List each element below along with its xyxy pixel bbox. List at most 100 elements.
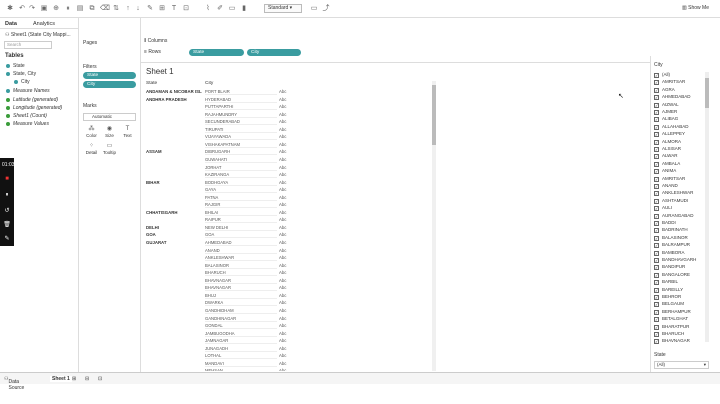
new-datasource-icon[interactable]: ⊕: [52, 5, 60, 13]
checkbox-checked-icon[interactable]: ✓: [654, 258, 659, 263]
new-dashboard-icon[interactable]: ⊟: [85, 376, 89, 382]
tab-data[interactable]: Data: [5, 21, 17, 27]
mark-type-select[interactable]: Automatic: [83, 113, 136, 121]
checkbox-checked-icon[interactable]: ✓: [654, 213, 659, 219]
checkbox-checked-icon[interactable]: ✓: [654, 95, 659, 101]
table-row[interactable]: RAJGIR Abc: [146, 202, 291, 209]
checkbox-checked-icon[interactable]: ✓: [654, 272, 659, 278]
checkbox-checked-icon[interactable]: ✓: [654, 206, 659, 212]
table-row[interactable]: BHARUCH Abc: [146, 270, 291, 277]
city-column-header[interactable]: City: [205, 81, 213, 86]
city-filter-item[interactable]: ✓ ALSISAR: [654, 146, 709, 153]
city-filter-item[interactable]: ✓ AGRA: [654, 87, 709, 94]
city-filter-item[interactable]: ✓ BANDIPUR: [654, 264, 709, 271]
mark-detail-button[interactable]: ⁘ Detail: [83, 142, 100, 159]
table-row[interactable]: ANDAMAN & NICOBAR ISL.. PORT BLAIR Abc: [146, 89, 291, 96]
table-row[interactable]: MANDAVI Abc: [146, 361, 291, 368]
restart-icon[interactable]: ↺: [2, 206, 12, 216]
attach-icon[interactable]: ⌇: [204, 5, 212, 13]
table-row[interactable]: DELHI NEW DELHI Abc: [146, 225, 291, 232]
checkbox-checked-icon[interactable]: ✓: [654, 176, 659, 182]
checkbox-checked-icon[interactable]: ✓: [654, 243, 659, 249]
table-row[interactable]: GANDHIDHAM Abc: [146, 308, 291, 315]
checkbox-checked-icon[interactable]: ✓: [654, 332, 659, 337]
checkbox-checked-icon[interactable]: ✓: [654, 191, 659, 197]
checkbox-checked-icon[interactable]: ✓: [654, 317, 659, 323]
checkbox-checked-icon[interactable]: ✓: [654, 169, 659, 175]
checkbox-checked-icon[interactable]: ✓: [654, 250, 659, 256]
city-filter-item[interactable]: ✓ ANKLESHWAR: [654, 190, 709, 197]
table-row[interactable]: ANKLESHWAR Abc: [146, 255, 291, 262]
table-row[interactable]: VIJAYAWADA Abc: [146, 134, 291, 141]
rows-shelf[interactable]: ≡ Rows State City: [141, 48, 650, 57]
checkbox-checked-icon[interactable]: ✓: [654, 198, 659, 204]
city-filter-item[interactable]: ✓ BHARUCH: [654, 331, 709, 338]
state-column-header[interactable]: State: [146, 81, 157, 86]
mark-size-button[interactable]: ◉ Size: [101, 125, 118, 142]
table-row[interactable]: GOA GOA Abc: [146, 232, 291, 239]
checkbox-checked-icon[interactable]: ✓: [654, 110, 659, 115]
table-row[interactable]: PUTTAPARTHI Abc: [146, 104, 291, 111]
bar-chart-icon[interactable]: ▮: [240, 5, 248, 13]
show-me-button[interactable]: ▥ Show Me: [682, 5, 709, 11]
city-filter-item[interactable]: ✓ ALLAHABAD: [654, 124, 709, 131]
checkbox-checked-icon[interactable]: ✓: [654, 324, 659, 330]
presentation-icon[interactable]: ▭: [310, 5, 318, 13]
city-filter-item[interactable]: ✓ BADRINATH: [654, 227, 709, 234]
checkbox-checked-icon[interactable]: ✓: [654, 87, 659, 93]
columns-shelf[interactable]: ⦀ Columns: [141, 37, 650, 46]
table-row[interactable]: BHUJ Abc: [146, 293, 291, 300]
filter-pill-city[interactable]: City: [83, 81, 136, 88]
tab-data-source[interactable]: ⚇ Data Source: [4, 376, 24, 391]
city-filter-item[interactable]: ✓ AMBALA: [654, 161, 709, 168]
city-filter-item[interactable]: ✓ ANIMA: [654, 168, 709, 175]
field-item[interactable]: State: [6, 63, 25, 69]
checkbox-checked-icon[interactable]: ✓: [654, 265, 659, 271]
city-filter-item[interactable]: ✓ (All): [654, 72, 709, 79]
city-filter-item[interactable]: ✓ BHARATPUR: [654, 324, 709, 331]
checkbox-checked-icon[interactable]: ✓: [654, 287, 659, 293]
field-item[interactable]: Longitude (generated): [6, 105, 62, 111]
table-row[interactable]: LOTHAL Abc: [146, 353, 291, 360]
table-row[interactable]: BHAVNAGAR Abc: [146, 285, 291, 292]
city-filter-item[interactable]: ✓ AJMER: [654, 109, 709, 116]
highlight-icon[interactable]: ✎: [146, 5, 154, 13]
table-row[interactable]: ASSAM DIBRUGARH Abc: [146, 149, 291, 156]
checkbox-checked-icon[interactable]: ✓: [654, 309, 659, 315]
checkbox-checked-icon[interactable]: ✓: [654, 80, 659, 86]
table-row[interactable]: BALASINOR Abc: [146, 263, 291, 270]
view-size-select[interactable]: Standard ▾: [264, 4, 302, 13]
duplicate-icon[interactable]: ⧉: [88, 5, 96, 13]
city-filter-item[interactable]: ✓ AHMEDABAD: [654, 94, 709, 101]
field-item[interactable]: Latitude (generated): [6, 97, 58, 103]
table-row[interactable]: MEHSAN Abc: [146, 368, 291, 371]
city-filter-item[interactable]: ✓ BANDHAVGARH: [654, 257, 709, 264]
table-row[interactable]: RAIPUR Abc: [146, 217, 291, 224]
tooltip-toggle-icon[interactable]: ▭: [228, 5, 236, 13]
city-filter-scrollbar-thumb[interactable]: [705, 78, 709, 108]
checkbox-checked-icon[interactable]: ✓: [654, 302, 659, 308]
checkbox-checked-icon[interactable]: ✓: [654, 235, 659, 241]
checkbox-checked-icon[interactable]: ✓: [654, 124, 659, 130]
city-filter-item[interactable]: ✓ AMRITSAR: [654, 176, 709, 183]
datasource-name[interactable]: ⚇ Sheet1 (State City Mappi...: [5, 32, 71, 38]
table-row[interactable]: ANAND Abc: [146, 248, 291, 255]
checkbox-checked-icon[interactable]: ✓: [654, 221, 659, 226]
search-input[interactable]: Search: [4, 41, 52, 49]
table-row[interactable]: VISHAKAPATNAM Abc: [146, 142, 291, 149]
filter-pill-state[interactable]: State: [83, 72, 136, 79]
field-item[interactable]: Measure Values: [6, 121, 49, 127]
city-filter-item[interactable]: ✓ BERHAMPUR: [654, 309, 709, 316]
city-filter-item[interactable]: ✓ AIZWAL: [654, 102, 709, 109]
city-filter-item[interactable]: ✓ ALMORA: [654, 139, 709, 146]
checkbox-checked-icon[interactable]: ✓: [654, 73, 659, 78]
table-row[interactable]: JAMNAGAR Abc: [146, 338, 291, 345]
sheet-scrollbar-thumb[interactable]: [432, 85, 436, 145]
record-stop-icon[interactable]: ■: [2, 174, 12, 184]
pause-updates-icon[interactable]: ⏸: [64, 5, 72, 13]
checkbox-checked-icon[interactable]: ✓: [654, 295, 659, 300]
draw-icon[interactable]: ✎: [2, 234, 12, 244]
checkbox-checked-icon[interactable]: ✓: [654, 139, 659, 145]
table-row[interactable]: TIRUPATI Abc: [146, 127, 291, 134]
mark-text-button[interactable]: T Text: [119, 125, 136, 142]
